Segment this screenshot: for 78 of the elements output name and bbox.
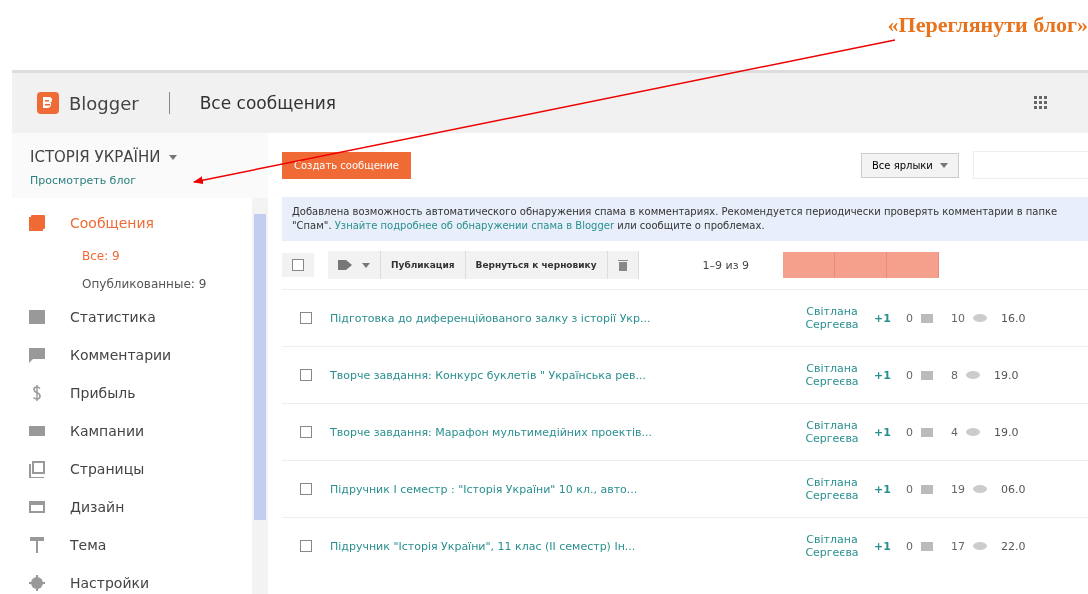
post-title-link[interactable]: Творче завдання: Конкурс буклетів " Українська рев... bbox=[330, 368, 790, 382]
comment-count: 0 bbox=[906, 539, 913, 553]
tag-icon bbox=[338, 259, 352, 271]
comment-count: 0 bbox=[906, 425, 913, 439]
plus-one-count: +1 bbox=[874, 425, 892, 439]
row-checkbox[interactable] bbox=[300, 426, 312, 438]
post-title-link[interactable]: Підручник "Історія України", 11 клас (ІІ семестр) Ін... bbox=[330, 539, 790, 553]
sidebar-item[interactable]: Тема bbox=[22, 526, 252, 564]
plus-one-count: +1 bbox=[874, 368, 892, 382]
scrollbar-thumb[interactable] bbox=[254, 214, 266, 520]
sidebar-item[interactable]: Статистика bbox=[22, 298, 252, 336]
post-title-link[interactable]: Підготовка до диференційованого залку з історії Укр... bbox=[330, 311, 790, 325]
learn-more-link[interactable]: Узнайте подробнее об обнаружении спама в Blogger bbox=[334, 220, 615, 231]
spam-notice: Добавлена возможность автоматического обнаружения спама в комментариях. Рекомендуется периодически проверять комментарии в папке "Спам". Узнайте подробнее об обнаружении спама в Blogger или сообщите о проблемах. bbox=[282, 197, 1088, 241]
page-title: Все сообщения bbox=[199, 93, 337, 113]
eye-icon bbox=[973, 542, 987, 550]
brand-name: Blogger bbox=[69, 92, 139, 114]
view-count: 4 bbox=[951, 425, 958, 439]
post-title-link[interactable]: Творче завдання: Марафон мультимедійних проектів... bbox=[330, 425, 790, 439]
view-count: 10 bbox=[951, 311, 965, 325]
chart-icon bbox=[28, 308, 46, 326]
labels-dropdown[interactable]: Все ярлыки bbox=[860, 152, 959, 178]
plus-one-count: +1 bbox=[874, 311, 892, 325]
pages-icon bbox=[28, 460, 46, 478]
sidebar-item[interactable]: Прибыль bbox=[22, 374, 252, 412]
author-name: Світлана Сергеєва bbox=[804, 362, 860, 388]
blog-selector[interactable]: ІСТОРІЯ УКРАЇНИ bbox=[30, 148, 178, 166]
view-count: 17 bbox=[951, 539, 965, 553]
author-name: Світлана Сергеєва bbox=[804, 533, 860, 559]
view-count: 19 bbox=[951, 482, 965, 496]
layout-icon bbox=[28, 498, 46, 516]
post-date: 19.0 bbox=[994, 368, 1019, 382]
post-date: 06.0 bbox=[1001, 482, 1026, 496]
post-date: 22.0 bbox=[1001, 539, 1026, 553]
comment-icon bbox=[921, 427, 933, 437]
caret-icon bbox=[940, 163, 948, 168]
post-title-link[interactable]: Підручник І семестр : "Історія України" 10 кл., авто... bbox=[330, 482, 790, 496]
view-blog-link[interactable]: Просмотреть блог bbox=[30, 174, 136, 187]
plus-one-count: +1 bbox=[874, 482, 892, 496]
row-checkbox[interactable] bbox=[300, 312, 312, 324]
caret-icon bbox=[362, 262, 370, 268]
post-date: 19.0 bbox=[994, 425, 1019, 439]
eye-icon bbox=[973, 485, 987, 493]
comment-icon bbox=[921, 313, 933, 323]
view-count: 8 bbox=[951, 368, 958, 382]
author-name: Світлана Сергеєва bbox=[804, 476, 860, 502]
sidebar-item[interactable]: Страницы bbox=[22, 450, 252, 488]
sidebar-item[interactable]: Кампании bbox=[22, 412, 252, 450]
comment-icon bbox=[921, 484, 933, 494]
comment-icon bbox=[921, 541, 933, 551]
apps-grid-icon[interactable] bbox=[1034, 96, 1048, 110]
eye-icon bbox=[966, 371, 980, 379]
page-range: 1–9 из 9 bbox=[702, 258, 750, 272]
author-name: Світлана Сергеєва bbox=[804, 305, 860, 331]
row-checkbox[interactable] bbox=[300, 483, 312, 495]
sidebar-subitem[interactable]: Опубликованные: 9 bbox=[22, 270, 252, 298]
row-checkbox[interactable] bbox=[300, 540, 312, 552]
annotation-label: «Переглянути блог» bbox=[887, 12, 1088, 38]
eye-icon bbox=[973, 314, 987, 322]
comment-icon bbox=[921, 370, 933, 380]
row-checkbox[interactable] bbox=[300, 369, 312, 381]
post-date: 16.0 bbox=[1001, 311, 1026, 325]
comment-count: 0 bbox=[906, 368, 913, 382]
sidebar-item[interactable]: Комментарии bbox=[22, 336, 252, 374]
sidebar-item[interactable]: Настройки bbox=[22, 564, 252, 594]
caret-icon bbox=[169, 155, 178, 160]
sidebar-item[interactable]: Дизайн bbox=[22, 488, 252, 526]
comment-count: 0 bbox=[906, 482, 913, 496]
blogger-logo-icon bbox=[37, 92, 59, 114]
settings-icon bbox=[28, 574, 46, 592]
eye-icon bbox=[966, 428, 980, 436]
plus-one-count: +1 bbox=[874, 539, 892, 553]
posts-icon bbox=[28, 214, 46, 232]
select-all-checkbox[interactable] bbox=[292, 259, 304, 271]
trash-icon bbox=[617, 259, 628, 271]
author-name: Світлана Сергеєва bbox=[804, 419, 860, 445]
comment-icon bbox=[28, 346, 46, 364]
comment-count: 0 bbox=[906, 311, 913, 325]
